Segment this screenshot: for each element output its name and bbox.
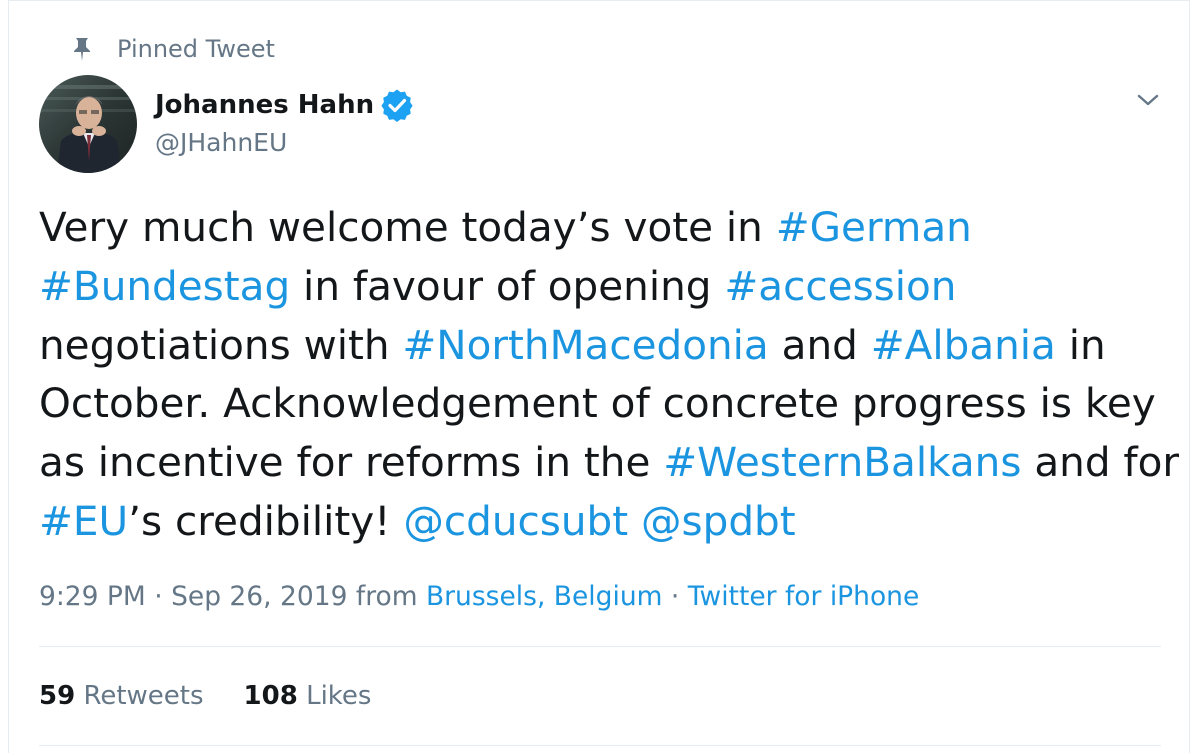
tweet-text-line: October. Acknowledgement of concrete pro… (39, 374, 1179, 433)
hashtag-link[interactable]: #Bundestag (39, 262, 290, 310)
tweet-text-segment: and (768, 320, 871, 369)
tweet-text-line: Very much welcome today’s vote in #Germa… (39, 198, 1179, 257)
avatar[interactable] (39, 75, 137, 173)
tweet-stats: 59 Retweets 108 Likes (39, 681, 411, 711)
retweets-count: 59 (39, 681, 76, 711)
mention-link[interactable]: @spdbt (641, 497, 796, 545)
tweet-text-segment: and for (1021, 438, 1180, 487)
tweet-text-segment (628, 497, 641, 545)
mention-link[interactable]: @cducsubt (403, 497, 628, 545)
pinned-tweet-label: Pinned Tweet (117, 35, 275, 63)
tweet-text-line: #Bundestag in favour of opening #accessi… (39, 257, 1179, 316)
likes-stat[interactable]: 108 Likes (244, 681, 372, 711)
likes-count: 108 (243, 681, 298, 711)
retweets-label: Retweets (75, 681, 204, 711)
hashtag-link[interactable]: #accession (724, 262, 956, 310)
tweet-text: Very much welcome today’s vote in #Germa… (39, 198, 1179, 551)
divider (39, 745, 1161, 746)
pin-icon (74, 38, 90, 61)
tweet-text-segment: ’s credibility! (128, 496, 404, 545)
tweet-time[interactable]: 9:29 PM (39, 581, 146, 612)
tweet-text-segment: October. Acknowledgement of concrete pro… (39, 379, 1156, 428)
meta-separator: · (145, 581, 172, 612)
tweet-text-line: negotiations with #NorthMacedonia and #A… (39, 316, 1179, 375)
hashtag-link[interactable]: #German (776, 203, 972, 251)
author-name[interactable]: Johannes Hahn (155, 90, 374, 120)
tweet-text-line: #EU’s credibility! @cducsubt @spdbt (39, 492, 1179, 551)
likes-label: Likes (297, 681, 372, 711)
tweet-text-segment: as incentive for reforms in the (39, 438, 664, 487)
hashtag-link[interactable]: #EU (39, 497, 128, 545)
tweet-text-segment: in (1055, 320, 1106, 369)
author-handle[interactable]: @JHahnEU (155, 128, 287, 157)
hashtag-link[interactable]: #NorthMacedonia (402, 321, 768, 369)
verified-badge-icon (381, 89, 413, 122)
pinned-tweet-label-row: Pinned Tweet (74, 32, 275, 66)
profile-photo (39, 75, 137, 173)
tweet-text-segment: in favour of opening (290, 261, 725, 310)
meta-separator: · (662, 581, 688, 612)
tweet-date[interactable]: Sep 26, 2019 (171, 581, 347, 612)
author-name-row[interactable]: Johannes Hahn (155, 85, 414, 125)
divider (39, 646, 1161, 647)
tweet-card: Pinned Tweet Johannes Hahn @JHahnEU Very… (8, 0, 1190, 753)
hashtag-link[interactable]: #Albania (871, 321, 1056, 369)
retweets-stat[interactable]: 59 Retweets (39, 681, 204, 711)
tweet-meta: 9:29 PM · Sep 26, 2019 from Brussels, Be… (39, 581, 919, 612)
tweet-text-segment: negotiations with (39, 320, 403, 369)
meta-from-label: from (347, 581, 426, 612)
chevron-down-icon[interactable] (1134, 89, 1162, 111)
client-link[interactable]: Twitter for iPhone (688, 581, 920, 612)
tweet-text-line: as incentive for reforms in the #Western… (39, 433, 1179, 492)
location-link[interactable]: Brussels, Belgium (426, 581, 662, 612)
tweet-text-segment: Very much welcome today’s vote in (39, 203, 776, 251)
hashtag-link[interactable]: #WesternBalkans (663, 438, 1021, 486)
